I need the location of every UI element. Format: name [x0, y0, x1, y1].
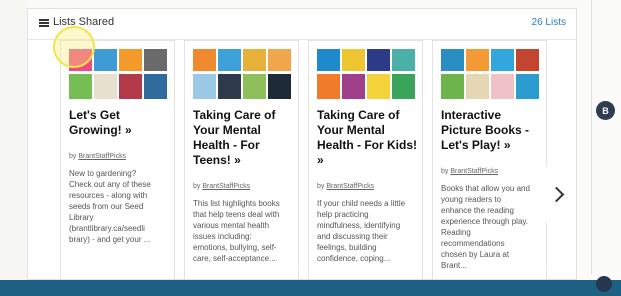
book-cover[interactable]	[218, 49, 241, 71]
by-label: by	[317, 183, 325, 190]
cursor-highlight	[53, 26, 95, 68]
by-label: by	[441, 168, 449, 175]
author-link[interactable]: BrantStaffPicks	[202, 183, 250, 190]
book-cover[interactable]	[218, 74, 241, 99]
book-covers	[441, 49, 539, 99]
book-cover[interactable]	[94, 74, 117, 99]
panel-title: Lists Shared	[53, 16, 115, 28]
book-cover[interactable]	[516, 49, 539, 71]
book-cover[interactable]	[193, 74, 216, 99]
book-cover[interactable]	[243, 74, 266, 99]
book-cover[interactable]	[317, 74, 340, 99]
by-label: by	[193, 183, 201, 190]
chevron-right-icon	[548, 186, 564, 202]
list-card[interactable]: Taking Care of Your Mental Health - For …	[308, 40, 423, 280]
book-cover[interactable]	[441, 49, 464, 71]
book-cover[interactable]	[491, 74, 514, 99]
book-cover[interactable]	[367, 49, 390, 71]
book-cover[interactable]	[193, 49, 216, 71]
author-line: by BrantStaffPicks	[69, 153, 126, 160]
author-line: by BrantStaffPicks	[441, 168, 498, 175]
book-cover[interactable]	[69, 74, 92, 99]
list-card[interactable]: Taking Care of Your Mental Health - For …	[184, 40, 299, 280]
author-link[interactable]: BrantStaffPicks	[450, 168, 498, 175]
panel-header: Lists Shared 26 Lists	[28, 9, 576, 40]
author-link[interactable]: BrantStaffPicks	[78, 153, 126, 160]
book-cover[interactable]	[441, 74, 464, 99]
list-card[interactable]: Let's Get Growing! » by BrantStaffPicks …	[60, 40, 175, 280]
book-covers	[193, 49, 291, 99]
book-cover[interactable]	[491, 49, 514, 71]
book-cover[interactable]	[94, 49, 117, 71]
book-cover[interactable]	[516, 74, 539, 99]
book-cover[interactable]	[144, 49, 167, 71]
list-title-link[interactable]: Taking Care of Your Mental Health - For …	[317, 108, 417, 168]
book-cover[interactable]	[466, 74, 489, 99]
sidebar-divider	[591, 0, 592, 275]
book-cover[interactable]	[342, 74, 365, 99]
list-description: If your child needs a little help practi…	[317, 199, 406, 263]
book-cover[interactable]	[243, 49, 266, 71]
book-cover[interactable]	[268, 49, 291, 71]
footer-bar	[0, 280, 621, 296]
book-cover[interactable]	[317, 49, 340, 71]
list-title-link[interactable]: Taking Care of Your Mental Health - For …	[193, 108, 293, 168]
avatar[interactable]: B	[596, 101, 615, 120]
list-title-link[interactable]: Interactive Picture Books - Let's Play! …	[441, 108, 541, 153]
lists-count-link[interactable]: 26 Lists	[532, 17, 566, 28]
author-line: by BrantStaffPicks	[317, 183, 374, 190]
carousel-next-button[interactable]	[541, 166, 575, 222]
book-cover[interactable]	[367, 74, 390, 99]
book-cover[interactable]	[392, 74, 415, 99]
book-cover[interactable]	[268, 74, 291, 99]
list-card[interactable]: Interactive Picture Books - Let's Play! …	[432, 40, 547, 280]
book-cover[interactable]	[119, 49, 142, 71]
list-description: This list highlights books that help tee…	[193, 199, 280, 263]
list-description: Books that allow you and young readers t…	[441, 184, 530, 270]
list-description: New to gardening? Check out any of these…	[69, 169, 151, 244]
book-cover[interactable]	[119, 74, 142, 99]
chat-launcher-icon[interactable]	[596, 276, 612, 292]
by-label: by	[69, 153, 77, 160]
book-cover[interactable]	[466, 49, 489, 71]
author-line: by BrantStaffPicks	[193, 183, 250, 190]
list-title-link[interactable]: Let's Get Growing! »	[69, 108, 169, 138]
left-gutter	[0, 0, 27, 296]
book-cover[interactable]	[144, 74, 167, 99]
book-covers	[317, 49, 415, 99]
book-cover[interactable]	[392, 49, 415, 71]
author-link[interactable]: BrantStaffPicks	[326, 183, 374, 190]
list-icon	[39, 19, 49, 27]
book-cover[interactable]	[342, 49, 365, 71]
